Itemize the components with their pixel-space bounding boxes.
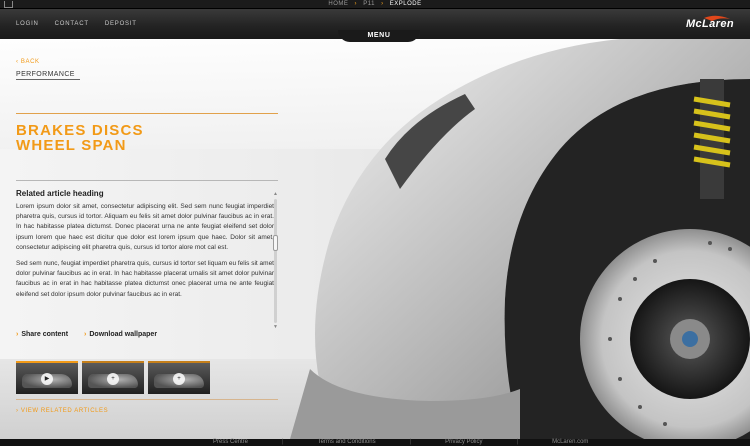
breadcrumb: HOME › P11 › EXPLODE <box>0 0 750 9</box>
article-actions: › Share content › Download wallpaper <box>16 331 157 338</box>
menu-button[interactable]: MENU <box>338 30 420 42</box>
breadcrumb-home[interactable]: HOME <box>328 1 348 7</box>
article-scrollbar-thumb[interactable] <box>273 235 278 251</box>
scroll-up-icon[interactable]: ▲ <box>273 192 278 197</box>
image-thumbnail[interactable]: + <box>148 361 210 394</box>
footer-terms-link[interactable]: Terms and Conditions <box>318 439 410 446</box>
mclaren-logo[interactable]: McLaren <box>654 15 734 33</box>
article-heading: Related article heading <box>16 189 104 198</box>
article-body: Related article heading Lorem ipsum dolo… <box>16 189 278 329</box>
content-panel: ‹ BACK PERFORMANCE BRAKES DISCS WHEEL SP… <box>0 39 290 439</box>
section-label: PERFORMANCE <box>16 71 80 80</box>
breadcrumb-p11[interactable]: P11 <box>363 1 375 7</box>
play-icon: ▶ <box>41 373 53 385</box>
brand-name: McLaren <box>685 18 734 30</box>
nav-deposit-link[interactable]: DEPOSIT <box>105 21 137 27</box>
footer-links: Press Centre | Terms and Conditions | Pr… <box>213 439 622 446</box>
footer-separator: | <box>516 439 519 445</box>
article-scrollbar-track[interactable] <box>274 199 277 323</box>
view-related-articles-link[interactable]: › VIEW RELATED ARTICLES <box>16 408 108 414</box>
chevron-right-icon: › <box>84 331 87 338</box>
article-paragraph: Sed sem nunc, feugiat imperdiet pharetra… <box>16 260 274 298</box>
download-wallpaper-label: Download wallpaper <box>89 331 158 338</box>
footer-press-link[interactable]: Press Centre <box>213 439 282 446</box>
page-title-line1: BRAKES DISCS <box>16 122 144 139</box>
scroll-down-icon[interactable]: ▼ <box>273 325 278 330</box>
plus-icon: + <box>107 373 119 385</box>
header-nav: LOGIN CONTACT DEPOSIT <box>16 9 137 39</box>
image-thumbnail[interactable]: + <box>82 361 144 394</box>
plus-icon: + <box>173 373 185 385</box>
car-wheel-image <box>290 39 750 439</box>
breadcrumb-current: EXPLODE <box>389 1 422 7</box>
nav-login-link[interactable]: LOGIN <box>16 21 39 27</box>
chevron-right-icon: › <box>381 1 384 7</box>
share-content-link[interactable]: › Share content <box>16 331 68 338</box>
nav-contact-link[interactable]: CONTACT <box>55 21 89 27</box>
media-thumbnails: ▶ + + <box>16 361 210 394</box>
title-divider <box>16 113 278 114</box>
video-thumbnail[interactable]: ▶ <box>16 361 78 394</box>
footer-separator: | <box>282 439 284 445</box>
share-content-label: Share content <box>21 331 69 338</box>
page-title-line2: WHEEL SPAN <box>16 137 127 154</box>
back-link[interactable]: ‹ BACK <box>16 59 40 65</box>
footer-separator: | <box>409 439 412 445</box>
page-title: BRAKES DISCS WHEEL SPAN <box>16 123 278 153</box>
footer-bar: Press Centre | Terms and Conditions | Pr… <box>0 439 750 446</box>
download-wallpaper-link[interactable]: › Download wallpaper <box>84 331 157 338</box>
article-divider <box>16 180 278 181</box>
chevron-right-icon: › <box>354 1 358 7</box>
chevron-right-icon: › <box>16 331 19 338</box>
footer-site-link[interactable]: McLaren.com <box>552 439 622 446</box>
footer-privacy-link[interactable]: Privacy Policy <box>445 439 516 446</box>
top-breadcrumb-bar: HOME › P11 › EXPLODE <box>0 0 750 9</box>
related-divider <box>16 399 278 400</box>
article-paragraph: Lorem ipsum dolor sit amet, consectetur … <box>16 203 274 251</box>
